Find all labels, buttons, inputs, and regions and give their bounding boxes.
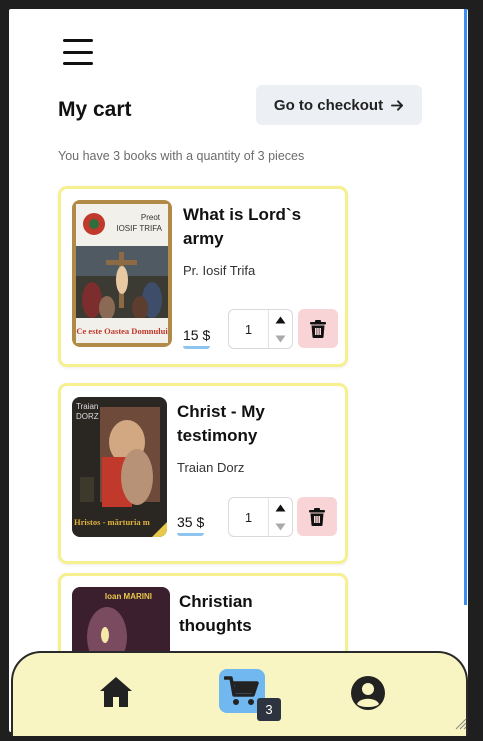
delete-button[interactable] <box>298 309 338 348</box>
quantity-stepper[interactable]: 1 <box>228 497 293 537</box>
user-circle-icon[interactable] <box>350 675 386 711</box>
app-window: My cart Go to checkout You have 3 books … <box>9 9 468 732</box>
decrement-icon[interactable] <box>269 329 292 348</box>
book-cover[interactable]: Traian DORZ Hristos - mărturia m <box>72 397 167 537</box>
book-price: 35 $ <box>177 514 205 536</box>
hamburger-menu-icon[interactable] <box>61 37 95 67</box>
book-title[interactable]: Christ - My testimony <box>177 400 327 448</box>
quantity-value[interactable]: 1 <box>229 498 268 536</box>
book-cover[interactable]: Preot IOSIF TRIFA Ce este Oastea Domnulu… <box>72 200 172 347</box>
cover-bottom: Ce este Oastea Domnului <box>76 326 168 336</box>
cover-top-2: IOSIF TRIFA <box>116 224 162 233</box>
cover-top-1: Traian <box>76 402 98 411</box>
resize-grip-icon[interactable] <box>453 716 467 730</box>
cover-top-1: Preot <box>141 213 161 222</box>
cover-top-1: Ioan MARINI <box>105 592 152 601</box>
increment-icon[interactable] <box>269 310 292 329</box>
checkout-label: Go to checkout <box>273 96 384 114</box>
quantity-value[interactable]: 1 <box>229 310 268 348</box>
cart-item: Traian DORZ Hristos - mărturia m Christ … <box>58 383 348 564</box>
trash-icon <box>310 319 326 338</box>
book-title[interactable]: What is Lord`s army <box>183 203 333 251</box>
book-price: 15 $ <box>183 327 211 349</box>
quantity-stepper[interactable]: 1 <box>228 309 293 349</box>
cover-top-2: DORZ <box>76 412 99 421</box>
book-author: Pr. Iosif Trifa <box>183 263 256 278</box>
checkout-button[interactable]: Go to checkout <box>256 85 422 125</box>
cover-bottom: Hristos - mărturia m <box>74 517 150 527</box>
page-title: My cart <box>58 98 132 121</box>
book-title[interactable]: Christian thoughts <box>179 590 329 638</box>
increment-icon[interactable] <box>269 498 292 517</box>
delete-button[interactable] <box>297 497 337 536</box>
decrement-icon[interactable] <box>269 517 292 536</box>
arrow-right-icon <box>391 99 404 111</box>
book-author: Traian Dorz <box>177 460 245 475</box>
trash-icon <box>309 507 325 526</box>
cart-summary: You have 3 books with a quantity of 3 pi… <box>58 149 305 163</box>
bottom-navigation: 3 <box>11 651 468 736</box>
cart-item: Preot IOSIF TRIFA Ce este Oastea Domnulu… <box>58 186 348 367</box>
cart-count-badge: 3 <box>257 698 281 721</box>
scrollbar[interactable] <box>464 9 467 605</box>
home-icon[interactable] <box>98 675 134 709</box>
